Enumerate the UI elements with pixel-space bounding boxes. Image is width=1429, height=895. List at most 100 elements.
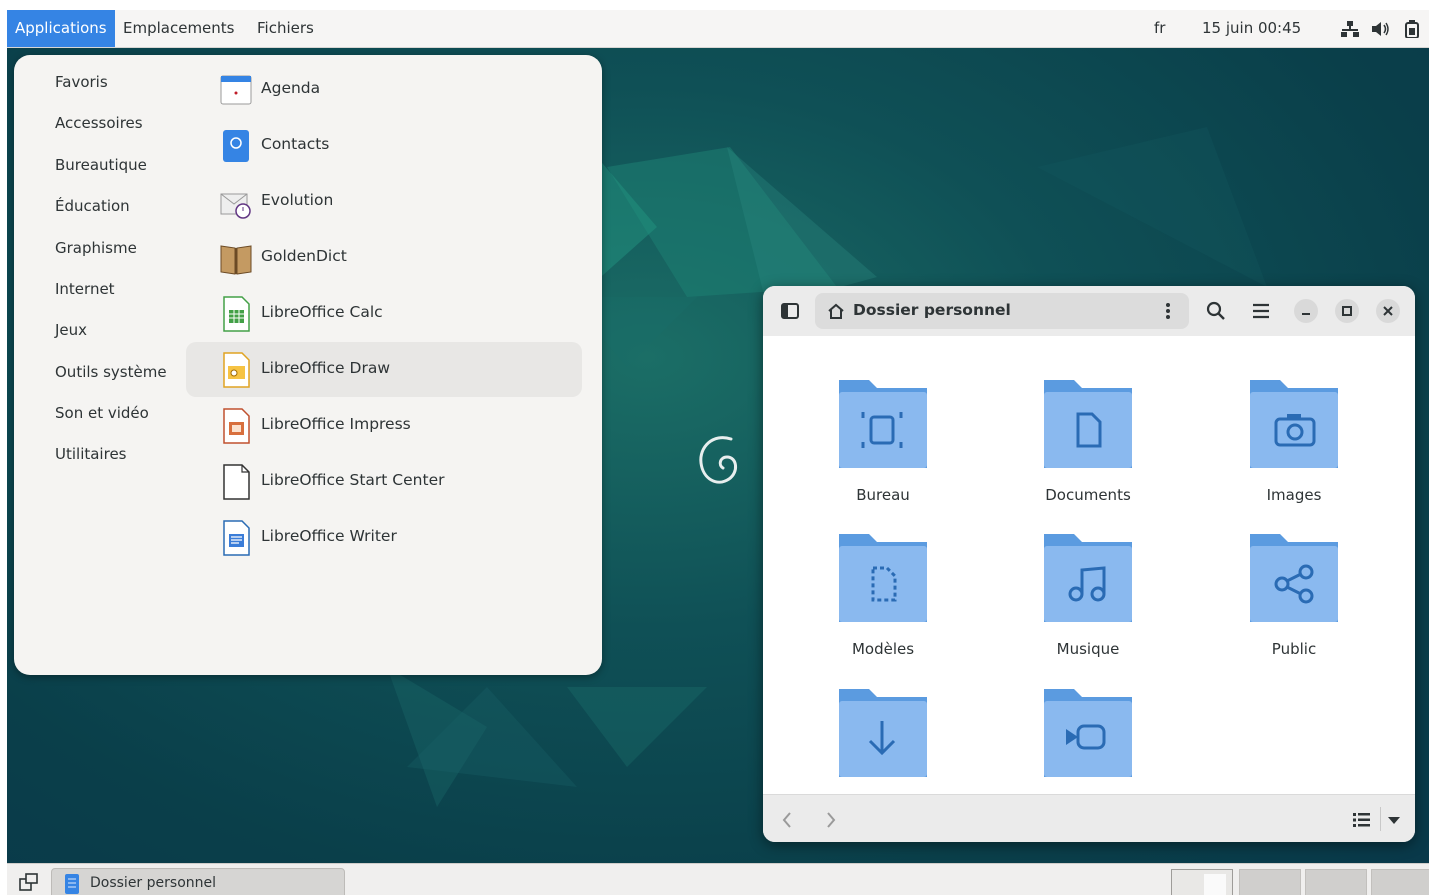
menu-icon[interactable] [1246,296,1276,326]
templates-folder-icon [839,534,927,622]
folder-images[interactable]: Images [1214,372,1374,512]
taskbar-button[interactable]: Dossier personnel [51,868,345,895]
app-libreoffice-draw[interactable]: LibreOffice Draw [219,345,609,395]
documents-folder-icon [1044,380,1132,468]
close-icon [1383,306,1393,316]
app-label: Evolution [261,191,334,209]
file-manager-window: Dossier personnel Bureau Documents Image… [763,286,1415,842]
folder-name: Images [1266,486,1322,504]
app-label: LibreOffice Calc [261,303,383,321]
app-label: LibreOffice Writer [261,527,397,545]
category-son-et-video[interactable]: Son et vidéo [55,404,149,422]
folder-name: Modèles [851,640,915,658]
workspace-3[interactable] [1305,869,1367,895]
top-panel: Applications Emplacements Fichiers fr 15… [7,10,1429,48]
calendar-icon [220,75,252,105]
app-contacts[interactable]: Contacts [219,121,609,171]
keyboard-layout-indicator[interactable]: fr [1154,10,1165,47]
pictures-folder-icon [1250,380,1338,468]
minimize-button[interactable] [1294,299,1318,323]
category-education[interactable]: Éducation [55,197,130,215]
public-folder-icon [1250,534,1338,622]
dictionary-icon [220,245,252,275]
app-label: LibreOffice Draw [261,359,391,377]
folder-name: Bureau [856,486,910,504]
task-label: Dossier personnel [90,875,217,891]
window-thumbnail [1204,874,1226,895]
maximize-icon [1342,306,1352,316]
category-internet[interactable]: Internet [55,280,115,298]
calc-icon [223,296,250,332]
minimize-icon [1302,313,1310,315]
location-title: Dossier personnel [853,301,1011,319]
workspace-4[interactable] [1371,869,1429,895]
app-libreoffice-impress[interactable]: LibreOffice Impress [219,401,609,451]
impress-icon [223,408,250,444]
close-button[interactable] [1376,299,1400,323]
contacts-icon [223,130,249,162]
videos-folder-icon [1044,689,1132,777]
folder-documents[interactable]: Documents [1008,372,1168,512]
folder-name: Documents [1045,486,1131,504]
app-agenda[interactable]: Agenda [219,65,609,115]
category-bureautique[interactable]: Bureautique [55,156,147,174]
sidebar-toggle-icon[interactable] [775,296,805,326]
workspace-2[interactable] [1239,869,1301,895]
folder-modeles[interactable]: Modèles [803,526,963,666]
applications-popup: Favoris Accessoires Bureautique Éducatio… [14,55,602,675]
debian-logo-icon [699,436,737,484]
network-icon[interactable] [1341,21,1359,37]
chevron-down-icon[interactable] [1387,815,1401,825]
app-label: Contacts [261,135,330,153]
folder-name: Musique [1056,640,1120,658]
folder-public[interactable]: Public [1214,526,1374,666]
clock[interactable]: 15 juin 00:45 [1202,10,1301,47]
draw-icon [223,352,250,388]
bottom-panel: Dossier personnel [7,863,1429,895]
downloads-folder-icon [839,689,927,777]
startcenter-icon [223,464,250,500]
list-view-icon[interactable] [1353,812,1371,828]
more-icon[interactable] [1165,302,1171,320]
folder-name: Public [1271,640,1317,658]
show-desktop-icon[interactable] [19,873,39,893]
category-accessoires[interactable]: Accessoires [55,114,143,132]
folder-musique[interactable]: Musique [1008,526,1168,666]
app-label: GoldenDict [261,247,347,265]
desktop-folder-icon [839,380,927,468]
app-evolution[interactable]: Evolution [219,177,609,227]
workspace-1[interactable] [1171,869,1233,895]
places-menu[interactable]: Emplacements [115,10,243,47]
file-manager-icon [65,874,79,894]
evolution-icon [220,193,251,219]
app-libreoffice-writer[interactable]: LibreOffice Writer [219,513,609,563]
app-libreoffice-calc[interactable]: LibreOffice Calc [219,289,609,339]
app-label: Agenda [261,79,321,97]
app-label: LibreOffice Start Center [261,471,445,489]
category-graphisme[interactable]: Graphisme [55,239,137,257]
music-folder-icon [1044,534,1132,622]
applications-menu[interactable]: Applications [7,10,115,47]
writer-icon [223,520,250,556]
status-bar [763,794,1415,842]
app-libreoffice-start-center[interactable]: LibreOffice Start Center [219,457,609,507]
volume-icon[interactable] [1372,21,1390,37]
search-icon[interactable] [1201,296,1231,326]
category-outils-systeme[interactable]: Outils système [55,363,167,381]
battery-icon[interactable] [1405,20,1419,38]
folder-bureau[interactable]: Bureau [803,372,963,512]
category-utilitaires[interactable]: Utilitaires [55,445,126,463]
app-label: LibreOffice Impress [261,415,411,433]
home-icon [828,303,844,319]
forward-icon[interactable] [825,811,837,829]
location-bar[interactable]: Dossier personnel [815,293,1189,329]
category-favoris[interactable]: Favoris [55,73,108,91]
headerbar: Dossier personnel [763,286,1415,336]
files-menu[interactable]: Fichiers [249,10,322,47]
maximize-button[interactable] [1335,299,1359,323]
divider [1380,807,1381,831]
screen: Applications Emplacements Fichiers fr 15… [7,10,1429,895]
category-jeux[interactable]: Jeux [55,321,87,339]
back-icon[interactable] [781,811,793,829]
app-goldendict[interactable]: GoldenDict [219,233,609,283]
